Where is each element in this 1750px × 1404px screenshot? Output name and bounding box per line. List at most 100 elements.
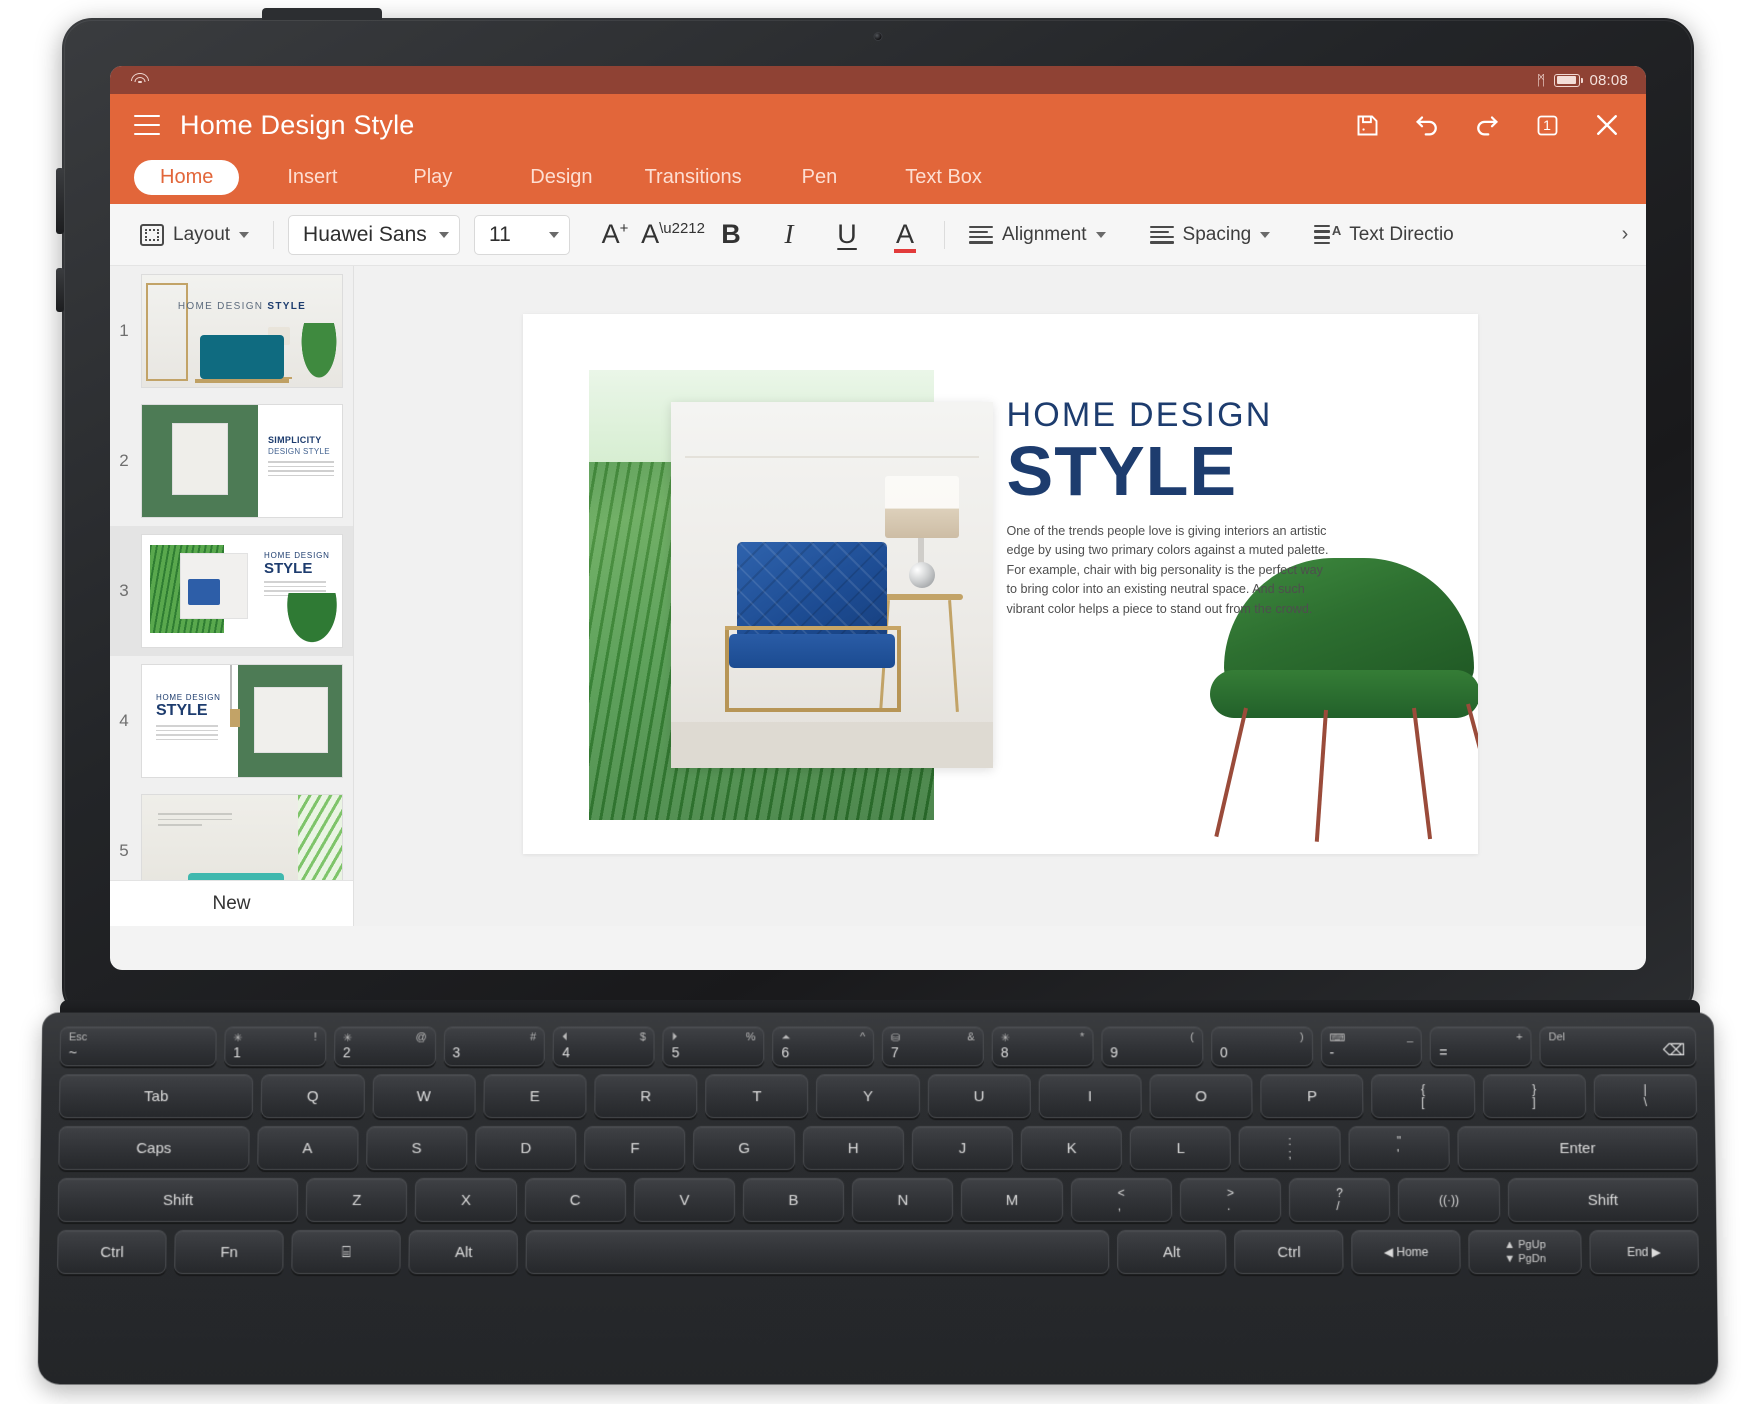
key-enter[interactable]: Enter: [1457, 1126, 1697, 1170]
key-r[interactable]: R: [594, 1074, 697, 1118]
volume-button[interactable]: [56, 268, 64, 312]
key-v[interactable]: V: [634, 1178, 735, 1222]
italic-button[interactable]: I: [760, 213, 818, 257]
key-p[interactable]: P: [1260, 1074, 1363, 1118]
slide-thumbnail-panel[interactable]: 1 HOME DESIGN STYLE 2: [110, 266, 354, 926]
key-g[interactable]: G: [693, 1126, 794, 1170]
key-8[interactable]: ✳8*: [992, 1026, 1094, 1066]
tab-design[interactable]: Design: [512, 160, 610, 195]
key-2[interactable]: ✳2@: [334, 1026, 436, 1066]
layout-button[interactable]: Layout: [126, 224, 263, 246]
key-u[interactable]: U: [927, 1074, 1030, 1118]
key-k[interactable]: K: [1021, 1126, 1122, 1170]
key-3[interactable]: 3#: [443, 1026, 545, 1066]
slide-thumbnail-2[interactable]: SIMPLICITY DESIGN STYLE: [142, 405, 342, 517]
key-home[interactable]: ◀ Home: [1351, 1230, 1461, 1274]
key-equals[interactable]: =+: [1430, 1026, 1532, 1066]
slide-text-block[interactable]: HOME DESIGN STYLE One of the trends peop…: [1007, 398, 1347, 619]
font-family-select[interactable]: Huawei Sans: [288, 215, 460, 255]
key-c[interactable]: C: [524, 1178, 625, 1222]
key-s[interactable]: S: [366, 1126, 467, 1170]
key-shift-right[interactable]: Shift: [1507, 1178, 1698, 1222]
key-pgup-pgdn[interactable]: ▲ PgUp ▼ PgDn: [1469, 1230, 1582, 1274]
text-direction-button[interactable]: A Text Directio: [1300, 224, 1468, 246]
key-n[interactable]: N: [852, 1178, 953, 1222]
key-minus[interactable]: ⌨-_: [1320, 1026, 1422, 1066]
key-bracket-left[interactable]: { [: [1371, 1074, 1474, 1118]
key-ctrl-left[interactable]: Ctrl: [57, 1230, 167, 1274]
key-t[interactable]: T: [705, 1074, 808, 1118]
tab-transitions[interactable]: Transitions: [627, 160, 760, 195]
hamburger-menu-icon[interactable]: [134, 115, 160, 135]
tab-home[interactable]: Home: [134, 160, 239, 195]
increase-font-size-button[interactable]: A+: [586, 213, 644, 257]
thumbnail-row-4[interactable]: 4 HOME DESIGN STYLE: [110, 656, 353, 786]
key-7[interactable]: ⛁7&: [882, 1026, 984, 1066]
tab-insert[interactable]: Insert: [269, 160, 355, 195]
bold-button[interactable]: B: [702, 213, 760, 257]
key-l[interactable]: L: [1130, 1126, 1231, 1170]
close-icon[interactable]: [1592, 110, 1622, 140]
thumbnail-row-1[interactable]: 1 HOME DESIGN STYLE: [110, 266, 353, 396]
key-4[interactable]: ⏴4$: [553, 1026, 655, 1066]
font-size-select[interactable]: 11: [474, 215, 570, 255]
alignment-button[interactable]: Alignment: [955, 224, 1120, 246]
key-bracket-right[interactable]: } ]: [1482, 1074, 1585, 1118]
key-h[interactable]: H: [803, 1126, 904, 1170]
key-y[interactable]: Y: [816, 1074, 919, 1118]
key-slash[interactable]: ? /: [1289, 1178, 1391, 1222]
key-esc[interactable]: Esc~: [60, 1026, 217, 1066]
slide-count-icon[interactable]: 1: [1532, 110, 1562, 140]
thumbnail-row-3[interactable]: 3 HOME DESIGN STYLE: [110, 526, 353, 656]
tab-play[interactable]: Play: [395, 160, 470, 195]
key-semicolon[interactable]: : ;: [1239, 1126, 1340, 1170]
key-space[interactable]: [526, 1230, 1109, 1274]
power-button[interactable]: [56, 168, 64, 234]
key-j[interactable]: J: [912, 1126, 1013, 1170]
key-9[interactable]: 9(: [1101, 1026, 1203, 1066]
save-icon[interactable]: [1352, 110, 1382, 140]
key-w[interactable]: W: [372, 1074, 475, 1118]
key-x[interactable]: X: [415, 1178, 516, 1222]
toolbar-overflow-button[interactable]: ›: [1612, 222, 1638, 248]
new-slide-button[interactable]: New: [110, 880, 353, 926]
key-period[interactable]: > .: [1180, 1178, 1281, 1222]
key-backspace[interactable]: Del⌫: [1540, 1026, 1697, 1066]
key-quote[interactable]: " ': [1348, 1126, 1449, 1170]
underline-button[interactable]: U: [818, 213, 876, 257]
key-m[interactable]: M: [961, 1178, 1062, 1222]
key-comma[interactable]: < ,: [1071, 1178, 1172, 1222]
key-5[interactable]: ⏵5%: [663, 1026, 765, 1066]
spacing-button[interactable]: Spacing: [1136, 224, 1285, 246]
slide-thumbnail-3[interactable]: HOME DESIGN STYLE: [142, 535, 342, 647]
undo-icon[interactable]: [1412, 110, 1442, 140]
key-tab[interactable]: Tab: [59, 1074, 253, 1118]
key-voice-assistant[interactable]: ((·)): [1398, 1178, 1500, 1222]
key-1[interactable]: ✳1!: [224, 1026, 326, 1066]
key-alt-right[interactable]: Alt: [1117, 1230, 1226, 1274]
thumbnail-row-2[interactable]: 2 SIMPLICITY DESIGN STYLE: [110, 396, 353, 526]
key-0[interactable]: 0): [1211, 1026, 1313, 1066]
key-i[interactable]: I: [1038, 1074, 1141, 1118]
key-b[interactable]: B: [743, 1178, 844, 1222]
key-z[interactable]: Z: [306, 1178, 408, 1222]
key-ctrl-right[interactable]: Ctrl: [1234, 1230, 1343, 1274]
slide-canvas-area[interactable]: HOME DESIGN STYLE One of the trends peop…: [354, 266, 1646, 926]
slide-thumbnail-4[interactable]: HOME DESIGN STYLE: [142, 665, 342, 777]
key-alt-left[interactable]: Alt: [409, 1230, 518, 1274]
key-end[interactable]: End ▶: [1589, 1230, 1699, 1274]
key-backslash[interactable]: | \: [1593, 1074, 1697, 1118]
key-multitask-icon[interactable]: ⌸: [292, 1230, 402, 1274]
tab-pen[interactable]: Pen: [784, 160, 856, 195]
font-color-button[interactable]: A: [876, 213, 934, 257]
key-6[interactable]: ⏶6^: [772, 1026, 874, 1066]
decrease-font-size-button[interactable]: A\u2212: [644, 213, 702, 257]
current-slide[interactable]: HOME DESIGN STYLE One of the trends peop…: [523, 314, 1478, 854]
attached-keyboard[interactable]: Esc~ ✳1! ✳2@ 3# ⏴4$ ⏵5% ⏶6^ ⛁7& ✳8* 9( 0…: [38, 1013, 1719, 1385]
key-o[interactable]: O: [1149, 1074, 1252, 1118]
slide-thumbnail-1[interactable]: HOME DESIGN STYLE: [142, 275, 342, 387]
key-q[interactable]: Q: [261, 1074, 364, 1118]
key-d[interactable]: D: [475, 1126, 576, 1170]
key-caps-lock[interactable]: Caps: [58, 1126, 249, 1170]
key-e[interactable]: E: [483, 1074, 586, 1118]
